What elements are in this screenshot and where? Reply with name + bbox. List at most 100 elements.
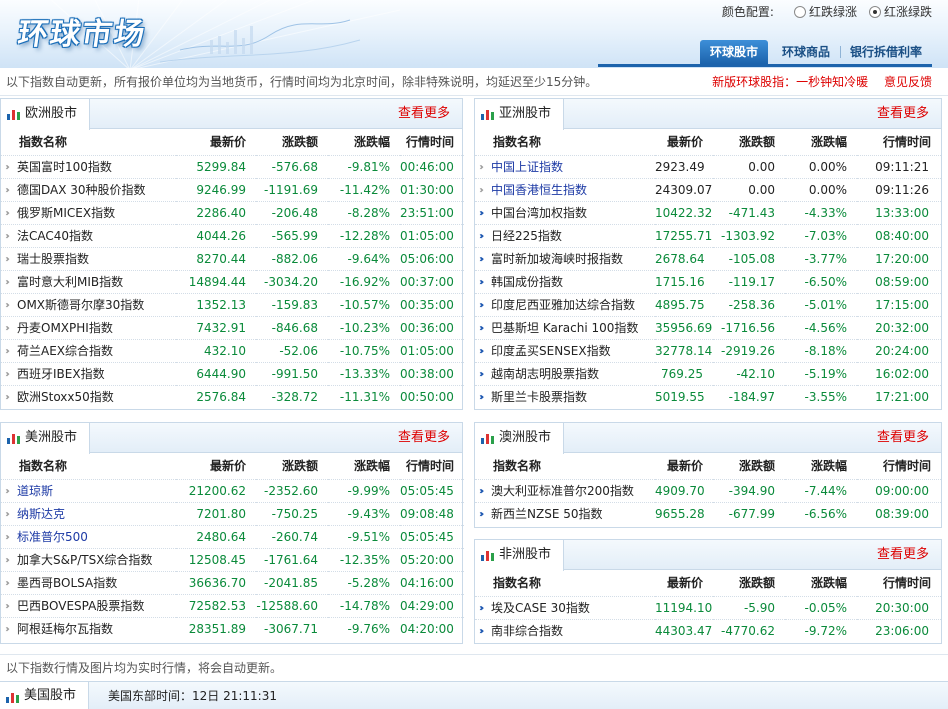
radio-selected-icon[interactable] [868, 5, 881, 18]
index-name-link[interactable]: 澳大利亚标准普尔200指数 [491, 484, 634, 498]
table-row[interactable]: ›› 日经225指数 17255.71 -1303.92 -7.03% 08:40:00 [475, 223, 941, 247]
table-row[interactable]: ›› 标准普尔500 2480.64 -260.74 -9.51% 05:05:45 [1, 524, 464, 548]
panel-title[interactable]: 澳洲股市 [475, 423, 565, 454]
table-row[interactable]: ›› OMX斯德哥尔摩30指数 1352.13 -159.83 -10.57% 00:35… [1, 292, 464, 316]
table-row[interactable]: ›› 巴西BOVESPA股票指数 72582.53 -12588.60 -14.78% 0… [1, 593, 464, 617]
color-option-label: 红跌绿涨 [808, 5, 857, 19]
table-row[interactable]: ›› 中国上证指数 2923.49 0.00 0.00% 09:11:21 [475, 154, 941, 178]
table-row[interactable]: ›› 俄罗斯MICEX指数 2286.40 -206.48 -8.28% 23:51:00 [1, 200, 464, 224]
view-more-link[interactable]: 查看更多 [877, 99, 929, 129]
index-name-link[interactable]: 阿根廷梅尔瓦指数 [17, 622, 113, 636]
change-percent: -5.28% [328, 570, 400, 594]
index-name-link[interactable]: 道琼斯 [17, 484, 53, 498]
panel-title[interactable]: 非洲股市 [475, 540, 565, 571]
index-name-link[interactable]: 新西兰NZSE 50指数 [491, 507, 602, 521]
us-market-title[interactable]: 美国股市 [0, 682, 90, 709]
panel-title[interactable]: 欧洲股市 [1, 99, 91, 130]
color-option-red-down[interactable]: 红跌绿涨 [793, 3, 857, 20]
column-header: 涨跌额 [738, 135, 775, 150]
index-name-link[interactable]: 斯里兰卡股票指数 [491, 390, 587, 404]
panel-title[interactable]: 亚洲股市 [475, 99, 565, 130]
table-row[interactable]: ›› 西班牙IBEX指数 6444.90 -991.50 -13.33% 00:38:00 [1, 361, 464, 385]
new-index-link[interactable]: 新版环球股指：一秒钟知冷暖 [712, 75, 868, 89]
index-name-link[interactable]: 巴西BOVESPA股票指数 [17, 599, 144, 613]
index-name-cell: ›› 纳斯达克 [1, 501, 176, 525]
table-row[interactable]: ›› 墨西哥BOLSA指数 36636.70 -2041.85 -5.28% 04:16:… [1, 570, 464, 594]
index-name-link[interactable]: 标准普尔500 [17, 530, 88, 544]
table-row[interactable]: ›› 纳斯达克 7201.80 -750.25 -9.43% 09:08:48 [1, 501, 464, 525]
double-chevron-icon: ›› [5, 346, 10, 357]
double-chevron-icon: ›› [479, 369, 484, 380]
index-name-link[interactable]: 荷兰AEX综合指数 [17, 344, 113, 358]
view-more-link[interactable]: 查看更多 [398, 99, 450, 129]
color-option-red-up[interactable]: 红涨绿跌 [868, 3, 932, 20]
table-row[interactable]: ›› 新西兰NZSE 50指数 9655.28 -677.99 -6.56% 08:39:… [475, 501, 941, 525]
table-row[interactable]: ›› 瑞士股票指数 8270.44 -882.06 -9.64% 05:06:00 [1, 246, 464, 270]
double-chevron-icon: ›› [479, 162, 484, 173]
view-more-link[interactable]: 查看更多 [877, 540, 929, 570]
table-row[interactable]: ›› 丹麦OMXPHI指数 7432.91 -846.68 -10.23% 00:36:0… [1, 315, 464, 339]
view-more-link[interactable]: 查看更多 [877, 423, 929, 453]
table-row[interactable]: ›› 英国富时100指数 5299.84 -576.68 -9.81% 00:46:00 [1, 154, 464, 178]
panel-title[interactable]: 美洲股市 [1, 423, 91, 454]
index-name-link[interactable]: 丹麦OMXPHI指数 [17, 321, 113, 335]
table-row[interactable]: ›› 中国台湾加权指数 10422.32 -471.43 -4.33% 13:33:00 [475, 200, 941, 224]
index-name-cell: ›› 中国上证指数 [475, 154, 655, 178]
index-name-link[interactable]: 埃及CASE 30指数 [491, 601, 590, 615]
table-row[interactable]: ›› 中国香港恒生指数 24309.07 0.00 0.00% 09:11:26 [475, 177, 941, 201]
table-row[interactable]: ›› 荷兰AEX综合指数 432.10 -52.06 -10.75% 01:05:00 [1, 338, 464, 362]
tab-global-commodities[interactable]: 环球商品 [772, 40, 840, 64]
change-amount: -471.43 [713, 200, 785, 224]
table-row[interactable]: ›› 欧洲Stoxx50指数 2576.84 -328.72 -11.31% 00:50:… [1, 384, 464, 408]
radio-icon[interactable] [793, 5, 806, 18]
index-name-link[interactable]: 富时新加坡海峡时报指数 [491, 252, 623, 266]
index-name-link[interactable]: 墨西哥BOLSA指数 [17, 576, 117, 590]
index-name-link[interactable]: 欧洲Stoxx50指数 [17, 390, 114, 404]
table-row[interactable]: ›› 斯里兰卡股票指数 5019.55 -184.97 -3.55% 17:21:00 [475, 384, 941, 408]
index-name-link[interactable]: 英国富时100指数 [17, 160, 112, 174]
table-row[interactable]: ›› 道琼斯 21200.62 -2352.60 -9.99% 05:05:45 [1, 478, 464, 502]
table-row[interactable]: ›› 富时新加坡海峡时报指数 2678.64 -105.08 -3.77% 17:20:0… [475, 246, 941, 270]
table-row[interactable]: ›› 埃及CASE 30指数 11194.10 -5.90 -0.05% 20:30:00 [475, 595, 941, 619]
tab-interbank-rates[interactable]: 银行拆借利率 [839, 40, 932, 64]
index-name-link[interactable]: 中国上证指数 [491, 160, 563, 174]
table-row[interactable]: ›› 越南胡志明股票指数 769.25 -42.10 -5.19% 16:02:00 [475, 361, 941, 385]
index-name-link[interactable]: 巴基斯坦 Karachi 100指数 [491, 321, 638, 335]
index-name-link[interactable]: 日经225指数 [491, 229, 562, 243]
index-name-link[interactable]: 富时意大利MIB指数 [17, 275, 123, 289]
table-row[interactable]: ›› 韩国成份指数 1715.16 -119.17 -6.50% 08:59:00 [475, 269, 941, 293]
table-row[interactable]: ›› 阿根廷梅尔瓦指数 28351.89 -3067.71 -9.76% 04:20:00 [1, 616, 464, 640]
table-row[interactable]: ›› 德国DAX 30种股价指数 9246.99 -1191.69 -11.42% 01:… [1, 177, 464, 201]
index-name-link[interactable]: 加拿大S&P/TSX综合指数 [17, 553, 152, 567]
latest-price: 2678.64 [655, 246, 713, 270]
tab-global-stocks[interactable]: 环球股市 [699, 40, 768, 64]
table-row[interactable]: ›› 印度孟买SENSEX指数 32778.14 -2919.26 -8.18% 20:2… [475, 338, 941, 362]
index-name-link[interactable]: 南非综合指数 [491, 624, 563, 638]
column-header: 涨跌幅 [810, 135, 847, 150]
index-name-link[interactable]: 印度尼西亚雅加达综合指数 [491, 298, 635, 312]
index-name-link[interactable]: 法CAC40指数 [17, 229, 93, 243]
index-name-link[interactable]: 德国DAX 30种股价指数 [17, 183, 146, 197]
logo[interactable]: 环球市场 [16, 10, 149, 60]
table-row[interactable]: ›› 巴基斯坦 Karachi 100指数 35956.69 -1716.56 -4.5… [475, 315, 941, 339]
index-name-link[interactable]: 印度孟买SENSEX指数 [491, 344, 611, 358]
feedback-link[interactable]: 意见反馈 [884, 75, 932, 89]
table-row[interactable]: ›› 加拿大S&P/TSX综合指数 12508.45 -1761.64 -12.35% 0… [1, 547, 464, 571]
index-name-link[interactable]: OMX斯德哥尔摩30指数 [17, 298, 144, 312]
table-row[interactable]: ›› 富时意大利MIB指数 14894.44 -3034.20 -16.92% 00:37… [1, 269, 464, 293]
index-name-link[interactable]: 中国台湾加权指数 [491, 206, 587, 220]
change-percent: -9.72% [785, 618, 857, 642]
index-name-link[interactable]: 中国香港恒生指数 [491, 183, 587, 197]
quote-time: 09:00:00 [857, 478, 941, 502]
table-row[interactable]: ›› 澳大利亚标准普尔200指数 4909.70 -394.90 -7.44% 09:00… [475, 478, 941, 502]
index-name-link[interactable]: 俄罗斯MICEX指数 [17, 206, 115, 220]
table-row[interactable]: ›› 法CAC40指数 4044.26 -565.99 -12.28% 01:05:00 [1, 223, 464, 247]
index-name-link[interactable]: 西班牙IBEX指数 [17, 367, 105, 381]
table-row[interactable]: ›› 印度尼西亚雅加达综合指数 4895.75 -258.36 -5.01% 17:15:… [475, 292, 941, 316]
index-name-link[interactable]: 越南胡志明股票指数 [491, 367, 599, 381]
index-name-link[interactable]: 韩国成份指数 [491, 275, 563, 289]
table-row[interactable]: ›› 南非综合指数 44303.47 -4770.62 -9.72% 23:06:00 [475, 618, 941, 642]
view-more-link[interactable]: 查看更多 [398, 423, 450, 453]
index-name-link[interactable]: 瑞士股票指数 [17, 252, 89, 266]
index-name-link[interactable]: 纳斯达克 [17, 507, 65, 521]
